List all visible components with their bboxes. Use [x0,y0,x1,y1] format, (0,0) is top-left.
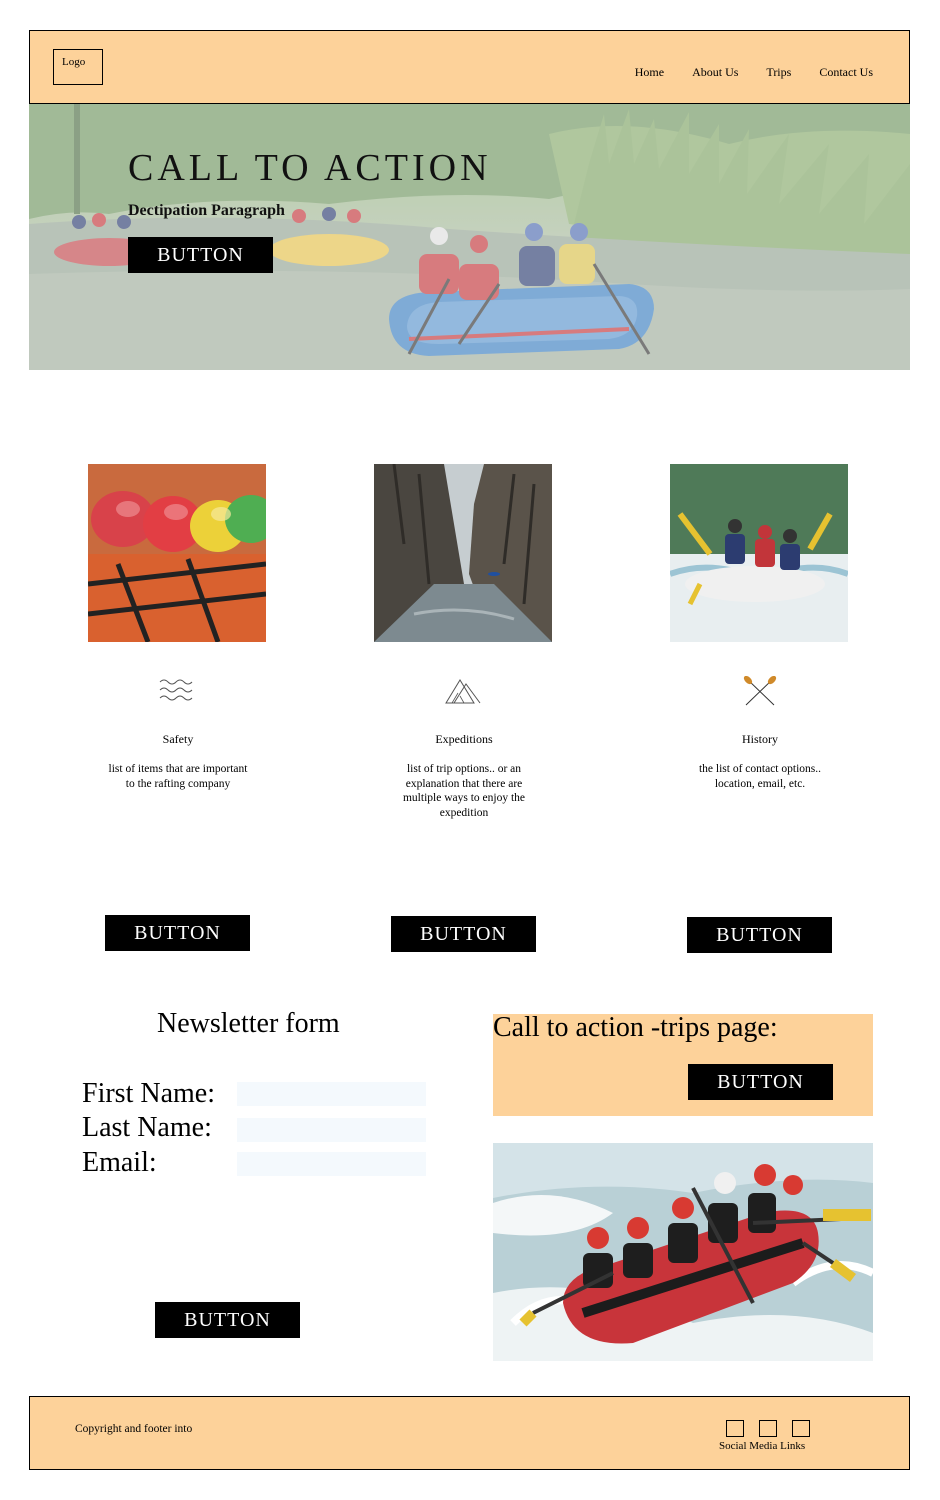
feature-text-expeditions: list of trip options.. or an explanation… [402,763,525,819]
safety-button[interactable]: BUTTON [105,915,250,951]
feature-title-safety: Safety [162,732,194,746]
trips-cta-text: Call to action -trips page: [493,1012,778,1043]
trips-cta-box: Call to action -trips page: BUTTON [493,1012,873,1116]
mountain-icon [445,679,481,704]
rafting-team-photo [670,464,848,642]
last-name-input[interactable] [237,1118,426,1142]
hero-title: CALL TO ACTION [128,147,492,189]
newsletter-title: Newsletter form [157,1008,340,1039]
newsletter-submit-button[interactable]: BUTTON [155,1302,300,1338]
nav-about-us[interactable]: About Us [692,65,738,80]
logo[interactable]: Logo [53,49,103,85]
first-name-input[interactable] [237,1082,426,1106]
social-link-3-icon[interactable] [792,1420,810,1437]
site-footer: Copyright and footer into Social Media L… [29,1396,910,1470]
nav-home[interactable]: Home [635,65,664,80]
main-nav: Home About Us Trips Contact Us [635,65,873,80]
site-header: Logo Home About Us Trips Contact Us [29,30,910,104]
helmets-photo [88,464,266,642]
nav-contact-us[interactable]: Contact Us [819,65,873,80]
first-name-label: First Name: [82,1078,215,1109]
history-button[interactable]: BUTTON [687,917,832,953]
nav-trips[interactable]: Trips [766,65,791,80]
social-link-1-icon[interactable] [726,1420,744,1437]
crossed-paddles-icon [743,676,777,706]
canyon-river-photo [374,464,552,642]
email-label: Email: [82,1147,157,1178]
waves-icon [159,679,193,701]
copyright-text: Copyright and footer into [75,1423,193,1435]
hero-cta-button[interactable]: BUTTON [128,237,273,273]
whitewater-raft-photo [493,1143,873,1361]
social-media-label: Social Media Links [719,1440,806,1452]
feature-text-history: the list of contact options.. location, … [698,763,821,790]
hero-banner: CALL TO ACTION Dectipation Paragraph BUT… [29,104,910,370]
feature-text-safety: list of items that are important to the … [108,763,248,790]
last-name-label: Last Name: [82,1112,212,1143]
trips-cta-button[interactable]: BUTTON [688,1064,833,1100]
email-input[interactable] [237,1152,426,1176]
feature-title-history: History [742,732,778,746]
feature-title-expeditions: Expeditions [435,732,493,746]
hero-description: Dectipation Paragraph [128,202,285,219]
expeditions-button[interactable]: BUTTON [391,916,536,952]
social-link-2-icon[interactable] [759,1420,777,1437]
